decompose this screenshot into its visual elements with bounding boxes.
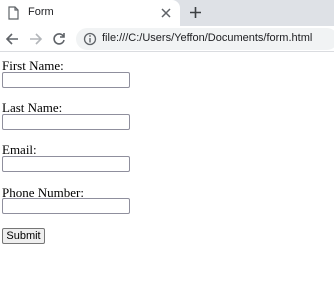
email-input[interactable] xyxy=(2,156,130,172)
address-bar[interactable]: file:///C:/Users/Yeffon/Documents/form.h… xyxy=(76,28,334,50)
browser-toolbar: file:///C:/Users/Yeffon/Documents/form.h… xyxy=(0,26,334,52)
last-name-input[interactable] xyxy=(2,114,130,130)
first-name-input[interactable] xyxy=(2,72,130,88)
page-content: First Name: Last Name: Email: Phone Numb… xyxy=(0,52,334,300)
close-icon[interactable] xyxy=(161,8,171,18)
submit-button[interactable]: Submit xyxy=(2,228,45,244)
tab-strip: Form xyxy=(0,0,334,26)
tab-title: Form xyxy=(28,6,54,18)
reload-icon[interactable] xyxy=(52,32,66,46)
page-icon xyxy=(8,6,19,20)
phone-number-input[interactable] xyxy=(2,198,130,214)
info-icon[interactable] xyxy=(83,32,97,46)
back-arrow-icon[interactable] xyxy=(5,32,19,46)
browser-tab[interactable]: Form xyxy=(0,0,180,26)
url-text: file:///C:/Users/Yeffon/Documents/form.h… xyxy=(102,32,313,44)
forward-arrow-icon[interactable] xyxy=(29,32,43,46)
plus-icon[interactable] xyxy=(189,6,202,19)
